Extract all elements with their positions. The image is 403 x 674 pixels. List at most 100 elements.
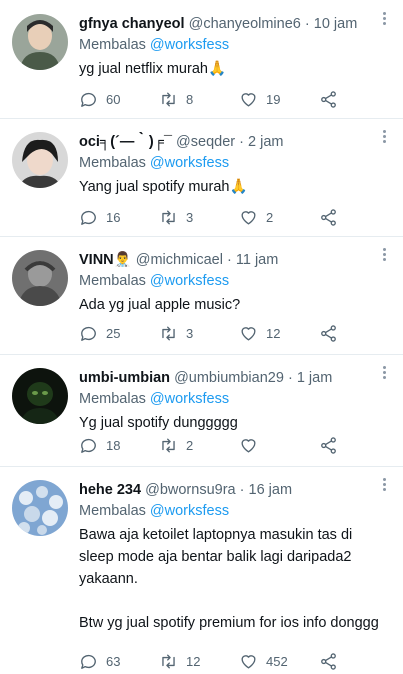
retweet-count: 12: [186, 653, 201, 669]
display-name[interactable]: oci╕(´—｀)╒¯: [79, 134, 172, 150]
avatar[interactable]: [12, 250, 68, 306]
tweet-header: VINN👨‍⚕️ @michmicael · 11 jam: [79, 250, 381, 270]
tweet-content: hehe 234 @bwornsu9ra · 16 jam Membalas @…: [79, 480, 381, 634]
avatar[interactable]: [12, 480, 68, 536]
reply-icon: [81, 92, 96, 107]
more-icon[interactable]: [383, 478, 387, 493]
user-handle[interactable]: @seqder: [176, 134, 235, 150]
display-name[interactable]: umbi-umbian: [79, 370, 170, 386]
tweet-text: Bawa aja ketoilet laptopnya masukin tas …: [79, 527, 379, 631]
reply-button[interactable]: 25: [79, 322, 120, 344]
like-icon: [241, 210, 256, 225]
tweet-header: oci╕(´—｀)╒¯ @seqder · 2 jam: [79, 132, 381, 152]
reply-button[interactable]: 16: [79, 206, 120, 228]
retweet-button[interactable]: 3: [159, 206, 193, 228]
tweet-item[interactable]: VINN👨‍⚕️ @michmicael · 11 jam Membalas @…: [0, 236, 403, 355]
share-button[interactable]: [319, 206, 346, 228]
reply-button[interactable]: 63: [79, 650, 120, 672]
tweet-item[interactable]: oci╕(´—｀)╒¯ @seqder · 2 jam Membalas @wo…: [0, 118, 403, 237]
retweet-icon: [162, 437, 175, 453]
replying-to: Membalas @worksfess: [79, 500, 381, 522]
like-button[interactable]: 12: [239, 322, 280, 344]
user-handle[interactable]: @umbiumbian29: [174, 370, 284, 386]
replying-to-label: Membalas: [79, 503, 146, 519]
retweet-count: 3: [186, 325, 194, 341]
like-button[interactable]: 452: [239, 650, 288, 672]
retweet-icon: [162, 91, 175, 107]
display-name[interactable]: VINN👨‍⚕️: [79, 252, 132, 268]
user-handle[interactable]: @chanyeolmine6: [189, 16, 301, 32]
retweet-button[interactable]: 2: [159, 434, 193, 456]
action-bar: 25 3 12: [79, 322, 363, 344]
separator: ·: [239, 134, 244, 150]
avatar[interactable]: [12, 132, 68, 188]
mention-link[interactable]: @worksfess: [150, 503, 229, 519]
like-button[interactable]: 2: [239, 206, 273, 228]
reply-feed: gfnya chanyeol @chanyeolmine6 · 10 jam M…: [0, 0, 403, 674]
reply-count: 60: [106, 91, 121, 107]
retweet-button[interactable]: 8: [159, 88, 193, 110]
reply-count: 16: [106, 209, 121, 225]
tweet-content: umbi-umbian @umbiumbian29 · 1 jam Membal…: [79, 368, 381, 434]
like-count: 452: [266, 653, 288, 669]
reply-icon: [81, 210, 96, 225]
more-icon[interactable]: [383, 130, 387, 145]
tweet-text: Yg jual spotify dunggggg: [79, 415, 238, 431]
tweet-header: hehe 234 @bwornsu9ra · 16 jam: [79, 480, 381, 500]
replying-to-label: Membalas: [79, 155, 146, 171]
replying-to: Membalas @worksfess: [79, 34, 381, 56]
like-count: 12: [266, 325, 281, 341]
share-button[interactable]: [319, 322, 346, 344]
avatar[interactable]: [12, 14, 68, 70]
more-icon[interactable]: [383, 366, 387, 381]
tweet-item[interactable]: umbi-umbian @umbiumbian29 · 1 jam Membal…: [0, 354, 403, 467]
like-count: 19: [266, 91, 281, 107]
timestamp[interactable]: 1 jam: [297, 370, 332, 386]
retweet-count: 2: [186, 437, 194, 453]
replying-to: Membalas @worksfess: [79, 388, 381, 410]
more-icon[interactable]: [383, 248, 387, 263]
timestamp[interactable]: 16 jam: [249, 482, 293, 498]
timestamp[interactable]: 2 jam: [248, 134, 283, 150]
reply-button[interactable]: 18: [79, 434, 120, 456]
display-name[interactable]: hehe 234: [79, 482, 141, 498]
mention-link[interactable]: @worksfess: [150, 273, 229, 289]
replying-to: Membalas @worksfess: [79, 270, 381, 292]
share-button[interactable]: [319, 434, 346, 456]
mention-link[interactable]: @worksfess: [150, 391, 229, 407]
more-icon[interactable]: [383, 12, 387, 27]
like-button[interactable]: [239, 434, 266, 456]
replying-to-label: Membalas: [79, 273, 146, 289]
action-bar: 63 12 452: [79, 650, 363, 672]
tweet-content: VINN👨‍⚕️ @michmicael · 11 jam Membalas @…: [79, 250, 381, 316]
retweet-icon: [162, 325, 175, 341]
retweet-icon: [162, 209, 175, 225]
mention-link[interactable]: @worksfess: [150, 37, 229, 53]
retweet-button[interactable]: 3: [159, 322, 193, 344]
share-button[interactable]: [319, 88, 346, 110]
tweet-text: Ada yg jual apple music?: [79, 297, 241, 313]
reply-icon: [81, 438, 96, 453]
mention-link[interactable]: @worksfess: [150, 155, 229, 171]
separator: ·: [239, 482, 245, 498]
replying-to: Membalas @worksfess: [79, 152, 381, 174]
like-button[interactable]: 19: [239, 88, 280, 110]
share-icon: [321, 208, 336, 226]
retweet-button[interactable]: 12: [159, 650, 200, 672]
avatar[interactable]: [12, 368, 68, 424]
replying-to-label: Membalas: [79, 391, 146, 407]
user-handle[interactable]: @michmicael: [136, 252, 223, 268]
user-handle[interactable]: @bwornsu9ra: [145, 482, 235, 498]
like-icon: [241, 326, 256, 341]
share-button[interactable]: [319, 650, 346, 672]
timestamp[interactable]: 10 jam: [314, 16, 358, 32]
tweet-item[interactable]: hehe 234 @bwornsu9ra · 16 jam Membalas @…: [0, 466, 403, 674]
tweet-header: gfnya chanyeol @chanyeolmine6 · 10 jam: [79, 14, 381, 34]
tweet-item[interactable]: gfnya chanyeol @chanyeolmine6 · 10 jam M…: [0, 0, 403, 119]
reply-button[interactable]: 60: [79, 88, 120, 110]
display-name[interactable]: gfnya chanyeol: [79, 16, 185, 32]
reply-icon: [81, 654, 96, 669]
replying-to-label: Membalas: [79, 37, 146, 53]
timestamp[interactable]: 11 jam: [236, 252, 278, 268]
reply-icon: [81, 326, 96, 341]
